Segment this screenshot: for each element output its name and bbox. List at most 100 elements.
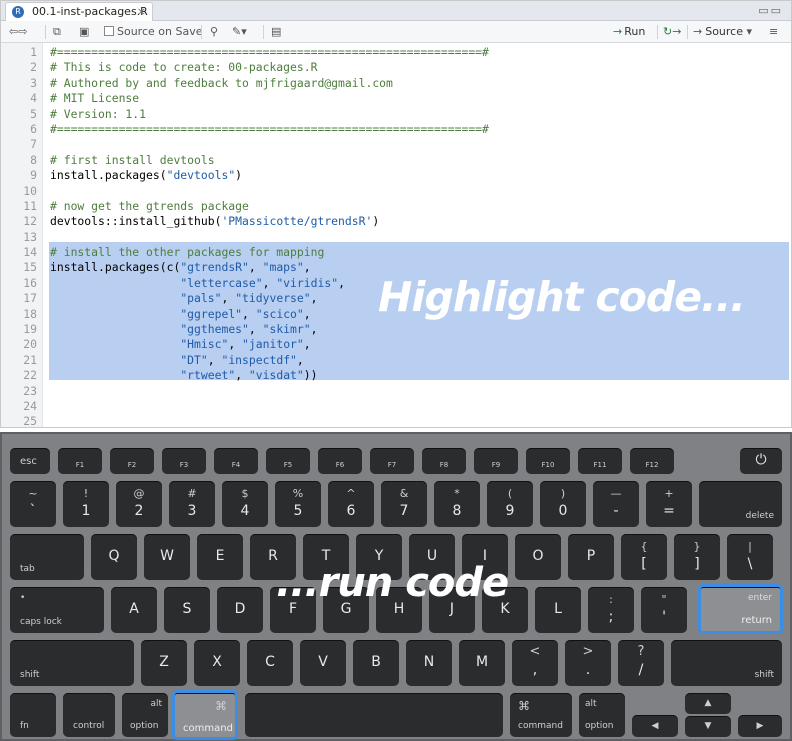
left-arrow-key[interactable]: ◀ [632,715,678,737]
code-line[interactable]: 8 # first install devtools [1,153,791,168]
delete-key[interactable]: delete [699,481,782,527]
code-line[interactable]: 21 "DT", "inspectdf", [1,353,791,368]
key-l[interactable]: L [535,587,581,633]
run-button[interactable]: → Run [613,24,645,40]
key-q[interactable]: Q [91,534,137,580]
fn-key[interactable]: fn [10,693,56,737]
key-w[interactable]: W [144,534,190,580]
key-1[interactable]: ! 1 [63,481,109,527]
right-command-key[interactable]: ⌘ command [510,693,572,737]
key-a[interactable]: A [111,587,157,633]
key-0[interactable]: ) 0 [540,481,586,527]
code-line[interactable]: 12 devtools::install_github('PMassicotte/… [1,214,791,229]
code-line[interactable]: 2 # This is code to create: 00-packages.R [1,60,791,75]
code-line[interactable]: 23 [1,384,791,399]
key-`[interactable]: ~ ` [10,481,56,527]
right-option-key[interactable]: alt option [579,693,625,737]
key-f3[interactable]: F3 [162,448,206,474]
rerun-icon[interactable]: ↻→ [663,24,681,40]
key-x[interactable]: X [194,640,240,686]
key-f1[interactable]: F1 [58,448,102,474]
source-on-save-checkbox[interactable]: Source on Save [104,24,202,40]
key-9[interactable]: (9 [487,481,533,527]
key-f4[interactable]: F4 [214,448,258,474]
right-shift-key[interactable]: shift [671,640,782,686]
key-s[interactable]: S [164,587,210,633]
key-3[interactable]: #3 [169,481,215,527]
key-f12[interactable]: F12 [630,448,674,474]
code-line[interactable]: 25 [1,414,791,427]
search-icon[interactable]: ⚲ [210,24,218,40]
key-v[interactable]: V [300,640,346,686]
return-key[interactable]: enter return [698,584,783,634]
code-line[interactable]: 7 [1,137,791,152]
key-punct[interactable]: :; [588,587,634,633]
code-line[interactable]: 19 "ggthemes", "skimr", [1,322,791,337]
key-d[interactable]: D [217,587,263,633]
key-punct[interactable]: >. [565,640,611,686]
space-bar[interactable] [245,693,503,737]
key-n[interactable]: N [406,640,452,686]
key-e[interactable]: E [197,534,243,580]
save-icon[interactable]: ▣ [79,24,89,40]
key-f2[interactable]: F2 [110,448,154,474]
key-8[interactable]: * 8 [434,481,480,527]
code-line[interactable]: 3 # Authored by and feedback to mjfrigaar… [1,76,791,91]
key-esc[interactable]: esc [10,448,50,474]
key-c[interactable]: C [247,640,293,686]
code-line[interactable]: 20 "Hmisc", "janitor", [1,337,791,352]
back-arrow-icon[interactable]: ⇦⇨ [9,24,27,40]
code-line[interactable]: 6 #======================================… [1,122,791,137]
source-button[interactable]: → Source ▾ [693,24,752,40]
key-7[interactable]: & 7 [381,481,427,527]
caps-lock-key[interactable]: • caps lock [10,587,104,633]
key-z[interactable]: Z [141,640,187,686]
key-5[interactable]: % 5 [275,481,321,527]
key-f11[interactable]: F11 [578,448,622,474]
code-line[interactable]: 5 # Version: 1.1 [1,107,791,122]
compile-report-icon[interactable]: ▤ [271,24,281,40]
tab-key[interactable]: tab [10,534,84,580]
code-line[interactable]: 11 # now get the gtrends package [1,199,791,214]
key-bracket[interactable]: | \ [727,534,773,580]
key-f6[interactable]: F6 [318,448,362,474]
right-arrow-key[interactable]: ▶ [738,715,782,737]
show-in-window-icon[interactable]: ⧉ [53,24,61,40]
code-line[interactable]: 22 "rtweet", "visdat")) [1,368,791,383]
key-bracket[interactable]: {[ [621,534,667,580]
key-2[interactable]: @2 [116,481,162,527]
window-controls[interactable]: ▭▭ [758,4,783,17]
key-punct[interactable]: " ' [641,587,687,633]
magic-wand-icon[interactable]: ✎▾ [232,24,247,40]
key-m[interactable]: M [459,640,505,686]
code-line[interactable]: 10 [1,184,791,199]
left-shift-key[interactable]: shift [10,640,134,686]
key-f7[interactable]: F7 [370,448,414,474]
key-p[interactable]: P [568,534,614,580]
code-line[interactable]: 4 # MIT License [1,91,791,106]
key-o[interactable]: O [515,534,561,580]
code-line[interactable]: 24 [1,399,791,414]
key--[interactable]: — - [593,481,639,527]
key-6[interactable]: ^ 6 [328,481,374,527]
down-arrow-key[interactable]: ▼ [685,716,731,737]
key-punct[interactable]: ? / [618,640,664,686]
code-lines[interactable]: 1 #======================================… [1,45,791,427]
close-tab-icon[interactable]: × [137,5,146,18]
power-key[interactable]: ⏻ [740,448,782,474]
key-f8[interactable]: F8 [422,448,466,474]
key-=[interactable]: + = [646,481,692,527]
key-f9[interactable]: F9 [474,448,518,474]
code-line[interactable]: 13 [1,230,791,245]
key-f10[interactable]: F10 [526,448,570,474]
code-line[interactable]: 14 # install the other packages for mappi… [1,245,791,260]
key-4[interactable]: $4 [222,481,268,527]
outline-icon[interactable]: ≡ [769,24,778,40]
key-f5[interactable]: F5 [266,448,310,474]
tab-file[interactable]: R 00.1-inst-packages.R × [5,2,153,21]
up-arrow-key[interactable]: ▲ [685,693,731,714]
key-bracket[interactable]: }] [674,534,720,580]
code-line[interactable]: 1 #======================================… [1,45,791,60]
left-option-key[interactable]: alt option [122,693,168,737]
left-command-key[interactable]: ⌘ command [172,690,238,740]
